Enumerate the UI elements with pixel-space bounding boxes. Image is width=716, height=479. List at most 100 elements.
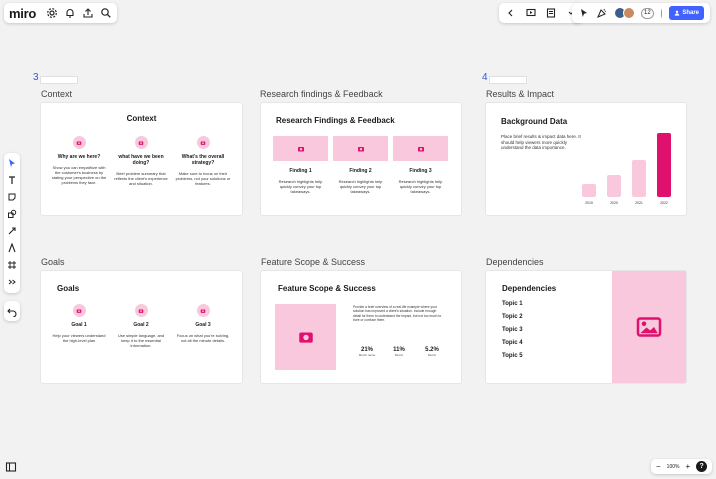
sticky-note[interactable] [489, 76, 527, 84]
more-tools-icon[interactable] [7, 277, 17, 287]
camera-icon [297, 146, 304, 151]
stat: 5.2% Metric [420, 347, 444, 357]
finding-heading: Finding 2 [349, 168, 372, 174]
panel-toggle[interactable] [4, 460, 18, 474]
frame-label-research[interactable]: Research findings & Feedback [260, 89, 383, 99]
frame-research[interactable]: Research Findings & Feedback Finding 1 R… [261, 103, 461, 215]
camera-icon [417, 146, 424, 151]
frame-label-context[interactable]: Context [41, 89, 72, 99]
settings-icon[interactable] [46, 7, 58, 19]
goal-column: Goal 1 Help your viewers understand the … [51, 304, 107, 343]
frame-context[interactable]: Context Why are we here? Show you can em… [41, 103, 242, 215]
topic-item: Topic 4 [502, 340, 523, 346]
frame-body: Place brief results & impact data here. … [501, 134, 581, 150]
creation-toolbar [4, 153, 20, 293]
undo-icon[interactable] [6, 305, 18, 317]
frame-dependencies[interactable]: Dependencies Topic 1 Topic 2 Topic 3 Top… [486, 271, 686, 383]
connector-icon[interactable] [7, 226, 17, 236]
chart-bar [607, 175, 621, 197]
camera-icon [357, 146, 364, 151]
upload-icon[interactable] [82, 7, 94, 19]
column-heading: What's the overall strategy? [181, 154, 225, 166]
zoom-in-button[interactable]: + [685, 462, 690, 471]
help-button[interactable]: ? [696, 461, 708, 472]
pen-icon[interactable] [7, 243, 17, 253]
goal-body: Use simple language, and keep it to the … [117, 333, 165, 348]
frame-results[interactable]: Background Data Place brief results & im… [486, 103, 686, 215]
chevron-icon[interactable] [505, 7, 517, 19]
bell-icon[interactable] [64, 7, 76, 19]
zoom-level[interactable]: 100% [667, 464, 680, 470]
topic-item: Topic 1 [502, 301, 523, 307]
goal-heading: Goal 3 [195, 322, 211, 328]
frame-icon[interactable] [7, 260, 17, 270]
frame-title: Background Data [501, 117, 568, 126]
frame-title: Context [126, 114, 157, 123]
stat-label: Metric [427, 353, 437, 357]
text-icon[interactable] [7, 175, 17, 185]
search-icon[interactable] [100, 7, 112, 19]
share-button[interactable]: Share [669, 6, 704, 20]
frame-feature[interactable]: Feature Scope & Success Provide a brief … [261, 271, 461, 383]
finding-column: Finding 1 Research highlights help quick… [272, 168, 329, 194]
user-avatar[interactable] [659, 7, 664, 19]
board-canvas[interactable]: miro 12 Share − 100% + ? 3 4 Context Res… [0, 0, 716, 479]
frame-label-results[interactable]: Results & Impact [486, 89, 554, 99]
select-icon[interactable] [7, 158, 17, 168]
zoom-toolbar: − 100% + ? [651, 459, 713, 474]
frame-title: Dependencies [502, 284, 557, 293]
stat-label: Metric name [358, 353, 376, 357]
camera-icon [72, 304, 86, 317]
image-placeholder [275, 304, 336, 370]
context-column: Why are we here? Show you can empathize … [51, 136, 107, 185]
sticky-note-icon[interactable] [7, 192, 17, 202]
shapes-icon[interactable] [7, 209, 17, 219]
user-add-icon [675, 10, 680, 16]
frame-label-dependencies[interactable]: Dependencies [486, 257, 544, 267]
celebrate-icon[interactable] [596, 7, 608, 19]
miro-logo[interactable]: miro [9, 6, 36, 21]
context-column: What's the overall strategy? Make sure t… [175, 136, 231, 186]
column-body: Show you can empathize with the customer… [51, 165, 107, 185]
finding-body: Research highlights help quickly convey … [398, 179, 443, 194]
image-placeholder [612, 271, 686, 383]
camera-icon [196, 304, 210, 317]
chart-category-label: 2021 [635, 201, 643, 205]
topic-item: Topic 5 [502, 353, 523, 359]
chart-bar [582, 184, 596, 197]
panel-icon[interactable] [5, 461, 17, 473]
cursor-icon[interactable] [578, 7, 590, 19]
frame-label-goals[interactable]: Goals [41, 257, 65, 267]
goal-heading: Goal 1 [71, 322, 87, 328]
chart-category-label: 2022 [660, 201, 668, 205]
sticky-number[interactable]: 4 [482, 72, 488, 83]
frame-title: Feature Scope & Success [278, 284, 376, 293]
chart-bar [657, 133, 671, 197]
finding-heading: Finding 1 [289, 168, 312, 174]
chart-bar [632, 160, 646, 197]
avatar[interactable] [623, 7, 635, 19]
zoom-out-button[interactable]: − [656, 462, 661, 471]
sticky-note[interactable] [40, 76, 78, 84]
frame-label-feature[interactable]: Feature Scope & Success [261, 257, 365, 267]
collaborator-count[interactable]: 12 [641, 7, 654, 19]
sticky-number[interactable]: 3 [33, 72, 39, 83]
present-icon[interactable] [525, 7, 537, 19]
goal-heading: Goal 2 [133, 322, 149, 328]
camera-icon [134, 136, 148, 149]
frame-goals[interactable]: Goals Goal 1 Help your viewers understan… [41, 271, 242, 383]
chart-category-label: 2020 [610, 201, 618, 205]
column-body: Make sure to focus on their problems, no… [175, 171, 231, 186]
column-heading: Why are we here? [57, 154, 101, 160]
chart-category-label: 2019 [585, 201, 593, 205]
finding-column: Finding 3 Research highlights help quick… [392, 168, 449, 194]
notes-icon[interactable] [545, 7, 557, 19]
column-heading: what have we been doing? [118, 154, 164, 166]
goal-column: Goal 2 Use simple language, and keep it … [113, 304, 169, 348]
goal-column: Goal 3 Focus on what you're solving, not… [175, 304, 231, 343]
undo-toolbar [4, 301, 20, 321]
column-body: Brief problem summary that reflects the … [114, 171, 168, 186]
finding-body: Research highlights help quickly convey … [338, 179, 383, 194]
share-label: Share [682, 10, 699, 16]
finding-column: Finding 2 Research highlights help quick… [332, 168, 389, 194]
